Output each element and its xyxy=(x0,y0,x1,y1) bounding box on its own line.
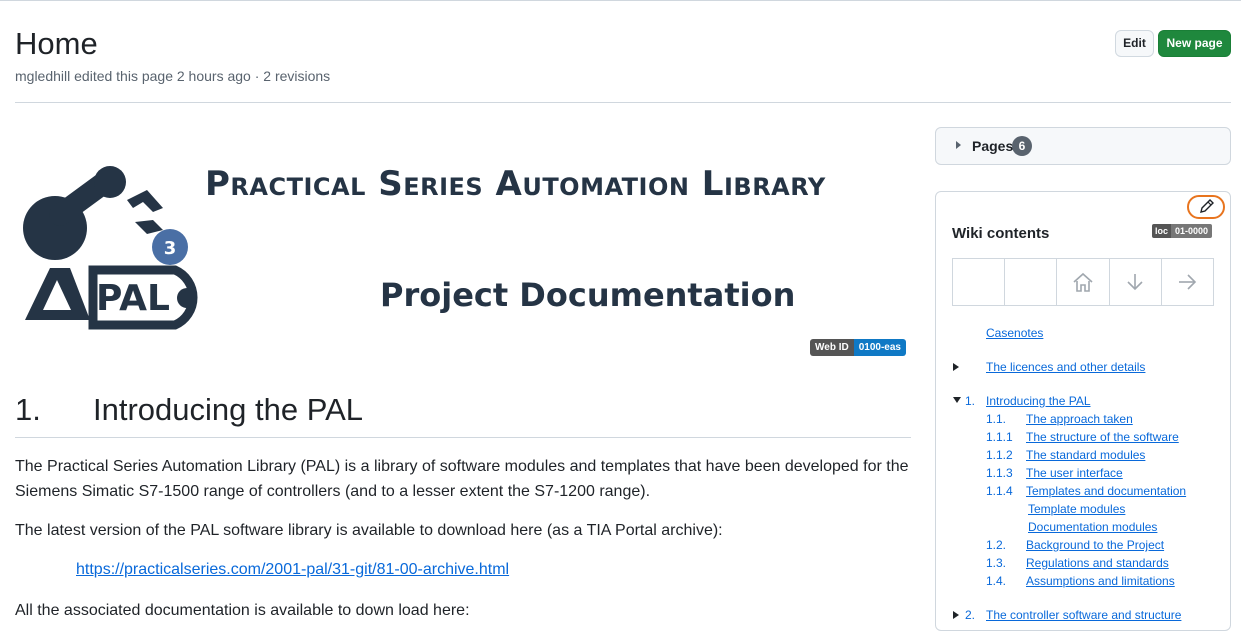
nav-cell-empty-1 xyxy=(953,259,1006,305)
toc-label[interactable]: Introducing the PAL xyxy=(986,394,1091,408)
new-page-button[interactable]: New page xyxy=(1158,30,1231,57)
nav-next-button[interactable] xyxy=(1162,259,1213,305)
archive-link[interactable]: https://practicalseries.com/2001-pal/31-… xyxy=(76,561,509,579)
loc-key: loc xyxy=(1152,224,1172,238)
caret-right-icon xyxy=(956,141,961,149)
logo-text: PAL xyxy=(96,278,170,319)
toc-number: 1.1. xyxy=(986,412,1007,426)
banner-subtitle: Project Documentation xyxy=(380,276,796,314)
toc-number: 1.1.3 xyxy=(986,466,1013,480)
pages-toggle[interactable]: Pages 6 xyxy=(935,127,1231,165)
heading-divider xyxy=(15,437,911,438)
toc-item[interactable]: 1.4. Assumptions and limitations xyxy=(986,574,1175,588)
toc-label[interactable]: The structure of the software xyxy=(1026,430,1179,444)
expand-down-icon[interactable] xyxy=(953,397,961,403)
section-heading: 1. Introducing the PAL xyxy=(15,392,363,428)
top-border xyxy=(0,0,1241,1)
toc-item[interactable]: 2. The controller software and structure xyxy=(965,608,1181,622)
wiki-contents-panel: Wiki contents loc 01-0000 Casenotes The … xyxy=(935,191,1231,631)
arrow-down-icon xyxy=(1127,274,1143,291)
toc-number: 1. xyxy=(965,394,976,408)
toc-item[interactable]: 1.2. Background to the Project xyxy=(986,538,1164,552)
toc-item[interactable]: 1.1.1 The structure of the software xyxy=(986,430,1179,444)
toc-number: 1.1.4 xyxy=(986,484,1013,498)
intro-paragraph: The Practical Series Automation Library … xyxy=(15,458,909,500)
toc-number: 1.2. xyxy=(986,538,1007,552)
toc-item[interactable]: 1.3. Regulations and standards xyxy=(986,556,1169,570)
toc-item[interactable]: Template modules xyxy=(1028,502,1125,516)
nav-home-button[interactable] xyxy=(1057,259,1110,305)
home-icon xyxy=(1073,272,1093,292)
toc-number: 1.4. xyxy=(986,574,1007,588)
toc-item[interactable]: Casenotes xyxy=(986,326,1043,340)
nav-down-button[interactable] xyxy=(1110,259,1162,305)
section-number: 1. xyxy=(15,392,41,427)
toc-label[interactable]: The approach taken xyxy=(1026,412,1133,426)
pal-banner: 3 PAL Practical Series Automation Librar… xyxy=(15,160,915,340)
toc-number: 1.3. xyxy=(986,556,1007,570)
edit-button[interactable]: Edit xyxy=(1115,30,1154,57)
toc-label[interactable]: The user interface xyxy=(1026,466,1123,480)
toc-number: 2. xyxy=(965,608,976,622)
toc-label[interactable]: The controller software and structure xyxy=(986,608,1181,622)
toc-item[interactable]: Documentation modules xyxy=(1028,520,1157,534)
banner-title: Practical Series Automation Library xyxy=(205,164,826,204)
toc-label[interactable]: Documentation modules xyxy=(1028,520,1157,534)
toc-label[interactable]: Templates and documentation xyxy=(1026,484,1186,498)
arrow-right-icon xyxy=(1179,274,1197,290)
toc-item[interactable]: The licences and other details xyxy=(986,360,1145,374)
page-meta: mgledhill edited this page 2 hours ago ·… xyxy=(15,68,331,84)
toc-label[interactable]: The standard modules xyxy=(1026,448,1145,462)
expand-right-icon[interactable] xyxy=(953,611,959,619)
toc-label[interactable]: Regulations and standards xyxy=(1026,556,1169,570)
web-id-badge: Web ID 0100-eas xyxy=(810,339,906,356)
edit-sidebar-button[interactable] xyxy=(1187,195,1225,219)
nav-cell-empty-2 xyxy=(1005,259,1058,305)
toc-label[interactable]: Casenotes xyxy=(986,326,1043,340)
page-title: Home xyxy=(15,26,98,61)
logo-badge: 3 xyxy=(164,238,177,259)
toc-item[interactable]: 1. Introducing the PAL xyxy=(965,394,1091,408)
docs-paragraph: All the associated documentation is avai… xyxy=(15,602,470,619)
toc-item[interactable]: 1.1. The approach taken xyxy=(986,412,1133,426)
loc-value: 01-0000 xyxy=(1171,224,1213,238)
wiki-nav-grid xyxy=(952,258,1214,306)
web-id-key: Web ID xyxy=(810,339,854,356)
loc-badge: loc 01-0000 xyxy=(1152,224,1213,238)
pal-logo-icon: 3 PAL xyxy=(23,166,198,330)
toc-label[interactable]: Background to the Project xyxy=(1026,538,1164,552)
toc-item[interactable]: 1.1.4 Templates and documentation xyxy=(986,484,1186,498)
toc-label[interactable]: Assumptions and limitations xyxy=(1026,574,1175,588)
toc-number: 1.1.1 xyxy=(986,430,1013,444)
toc-label[interactable]: The licences and other details xyxy=(986,360,1145,374)
download-paragraph: The latest version of the PAL software l… xyxy=(15,522,723,539)
section-title: Introducing the PAL xyxy=(93,392,363,427)
pages-label: Pages xyxy=(972,138,1014,154)
header-divider xyxy=(15,102,1231,103)
pages-count-badge: 6 xyxy=(1012,136,1032,156)
pencil-icon xyxy=(1200,199,1214,213)
wiki-contents-title: Wiki contents xyxy=(952,225,1050,242)
web-id-value: 0100-eas xyxy=(853,339,906,356)
toc-item[interactable]: 1.1.2 The standard modules xyxy=(986,448,1145,462)
toc-item[interactable]: 1.1.3 The user interface xyxy=(986,466,1123,480)
toc-label[interactable]: Template modules xyxy=(1028,502,1125,516)
expand-right-icon[interactable] xyxy=(953,363,959,371)
toc-number: 1.1.2 xyxy=(986,448,1013,462)
